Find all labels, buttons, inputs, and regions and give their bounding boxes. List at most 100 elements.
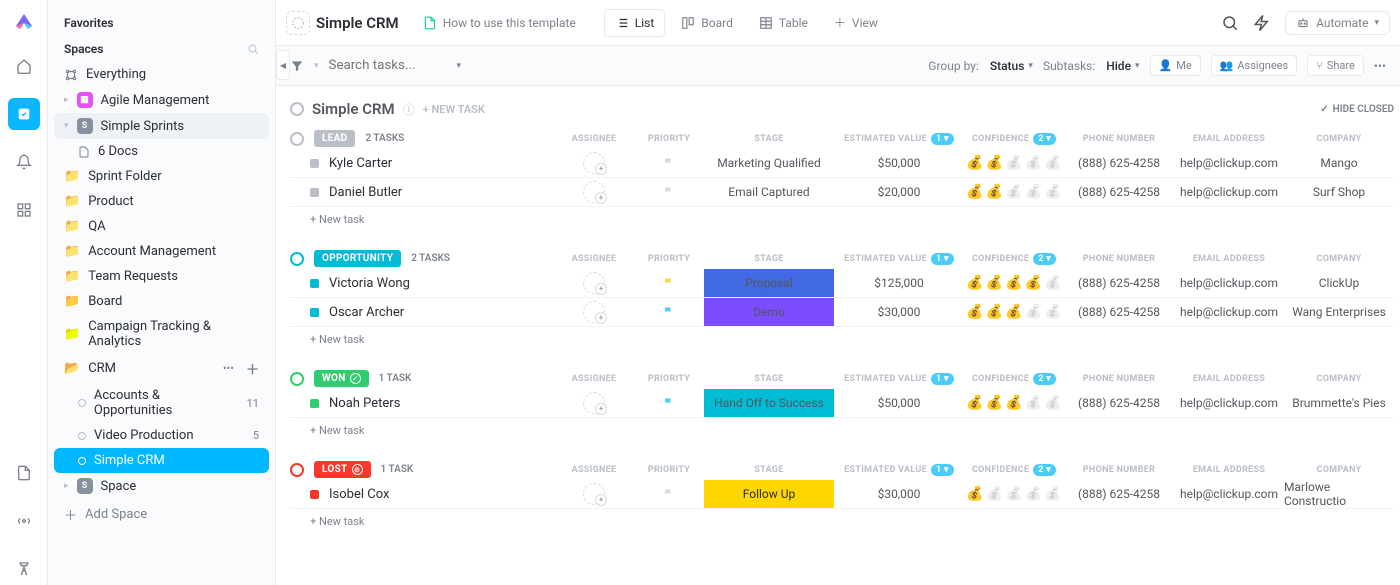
add-icon[interactable]: ＋ — [246, 359, 259, 378]
col-email[interactable]: EMAIL ADDRESS — [1174, 373, 1284, 385]
new-task-button[interactable]: + NEW TASK — [423, 103, 485, 116]
add-view-button[interactable]: ＋View — [824, 8, 888, 37]
task-name[interactable]: Noah Peters — [329, 396, 400, 411]
col-email[interactable]: EMAIL ADDRESS — [1174, 464, 1284, 476]
view-board[interactable]: Board — [671, 10, 743, 36]
list-status-icon[interactable] — [286, 11, 310, 35]
task-stage[interactable]: Email Captured — [704, 178, 834, 206]
col-stage[interactable]: STAGE — [704, 464, 834, 476]
task-phone[interactable]: (888) 625-4258 — [1064, 276, 1174, 290]
task-estval[interactable]: $50,000 — [834, 156, 964, 170]
task-phone[interactable]: (888) 625-4258 — [1064, 487, 1174, 501]
status-pill[interactable]: LOST ⊘ — [314, 461, 371, 478]
task-name[interactable]: Oscar Archer — [329, 305, 404, 320]
task-company[interactable]: Marlowe Constructio — [1284, 480, 1394, 508]
col-priority[interactable]: PRIORITY — [634, 464, 704, 476]
group-header-opportunity[interactable]: OPPORTUNITY 2 TASKS ASSIGNEE PRIORITY ST… — [290, 248, 1394, 269]
task-assignee[interactable] — [554, 272, 634, 294]
task-name[interactable]: Daniel Butler — [329, 185, 402, 200]
col-stage[interactable]: STAGE — [704, 133, 834, 145]
sidebar-item-sprints[interactable]: ▾ S Simple Sprints — [54, 113, 269, 139]
task-estval[interactable]: $125,000 — [834, 276, 964, 290]
task-assignee[interactable] — [554, 301, 634, 323]
col-email[interactable]: EMAIL ADDRESS — [1174, 133, 1284, 145]
task-name[interactable]: Kyle Carter — [329, 156, 392, 171]
col-conf[interactable]: CONFIDENCE 2 ▾ — [964, 373, 1064, 385]
task-estval[interactable]: $50,000 — [834, 396, 964, 410]
col-estval[interactable]: ESTIMATED VALUE 1 ▾ — [834, 253, 964, 265]
sidebar-item-docs[interactable]: 6 Docs — [54, 139, 269, 164]
task-confidence[interactable]: 💰💰💰💰💰 — [964, 275, 1064, 291]
hide-closed-toggle[interactable]: ✓HIDE CLOSED — [1320, 104, 1394, 115]
task-priority[interactable] — [634, 186, 704, 198]
col-assignee[interactable]: ASSIGNEE — [554, 373, 634, 385]
assignee-placeholder-icon[interactable] — [583, 272, 605, 294]
sidebar-item-space[interactable]: ▸ S Space — [54, 473, 269, 499]
task-assignee[interactable] — [554, 392, 634, 414]
task-email[interactable]: help@clickup.com — [1174, 156, 1284, 170]
group-header-lead[interactable]: LEAD 2 TASKS ASSIGNEE PRIORITY STAGE EST… — [290, 128, 1394, 149]
task-priority[interactable] — [634, 397, 704, 409]
task-confidence[interactable]: 💰💰💰💰💰 — [964, 155, 1064, 171]
template-doc-link[interactable]: How to use this template — [415, 12, 584, 34]
task-email[interactable]: help@clickup.com — [1174, 276, 1284, 290]
clickup-logo-icon[interactable] — [12, 10, 36, 34]
tasks-icon[interactable] — [8, 98, 40, 130]
assignee-placeholder-icon[interactable] — [583, 301, 605, 323]
task-assignee[interactable] — [554, 181, 634, 203]
task-company[interactable]: ClickUp — [1284, 276, 1394, 290]
col-stage[interactable]: STAGE — [704, 253, 834, 265]
col-assignee[interactable]: ASSIGNEE — [554, 253, 634, 265]
task-stage[interactable]: Marketing Qualified — [704, 149, 834, 177]
new-task-row[interactable]: + New task — [290, 418, 1394, 437]
status-pill[interactable]: OPPORTUNITY — [314, 250, 401, 267]
col-conf[interactable]: CONFIDENCE 2 ▾ — [964, 253, 1064, 265]
pulse-icon[interactable] — [8, 505, 40, 537]
list-status-icon[interactable] — [290, 102, 304, 116]
col-phone[interactable]: PHONE NUMBER — [1064, 133, 1174, 145]
info-icon[interactable]: ⓘ — [403, 101, 415, 118]
status-dot[interactable] — [310, 279, 319, 288]
col-company[interactable]: COMPANY — [1284, 253, 1394, 265]
sidebar-item-simple-crm[interactable]: Simple CRM — [54, 448, 269, 473]
task-stage[interactable]: Hand Off to Success — [704, 389, 834, 417]
home-icon[interactable] — [8, 50, 40, 82]
sidebar-item-agile[interactable]: ▸ ▦ Agile Management — [54, 87, 269, 113]
task-estval[interactable]: $20,000 — [834, 185, 964, 199]
status-pill[interactable]: WON ✓ — [314, 370, 369, 387]
task-row[interactable]: Daniel Butler Email Captured $20,000 💰💰💰… — [290, 178, 1394, 207]
col-phone[interactable]: PHONE NUMBER — [1064, 464, 1174, 476]
sidebar-item-team-requests[interactable]: 📁Team Requests — [54, 264, 269, 289]
filter-icon[interactable] — [290, 59, 304, 73]
task-phone[interactable]: (888) 625-4258 — [1064, 185, 1174, 199]
col-assignee[interactable]: ASSIGNEE — [554, 464, 634, 476]
task-email[interactable]: help@clickup.com — [1174, 487, 1284, 501]
assignees-filter[interactable]: 👥Assignees — [1211, 55, 1298, 76]
search-icon[interactable] — [1221, 14, 1239, 32]
task-name[interactable]: Victoria Wong — [329, 276, 410, 291]
apps-icon[interactable] — [8, 194, 40, 226]
col-estval[interactable]: ESTIMATED VALUE 1 ▾ — [834, 133, 964, 145]
sidebar-item-qa[interactable]: 📁QA — [54, 214, 269, 239]
search-tasks[interactable]: ▾ — [329, 58, 462, 73]
task-email[interactable]: help@clickup.com — [1174, 305, 1284, 319]
task-estval[interactable]: $30,000 — [834, 487, 964, 501]
task-row[interactable]: Noah Peters Hand Off to Success $50,000 … — [290, 389, 1394, 418]
task-phone[interactable]: (888) 625-4258 — [1064, 396, 1174, 410]
col-company[interactable]: COMPANY — [1284, 133, 1394, 145]
task-estval[interactable]: $30,000 — [834, 305, 964, 319]
task-priority[interactable] — [634, 488, 704, 500]
task-priority[interactable] — [634, 157, 704, 169]
assignee-placeholder-icon[interactable] — [583, 483, 605, 505]
task-phone[interactable]: (888) 625-4258 — [1064, 305, 1174, 319]
status-dot[interactable] — [310, 308, 319, 317]
task-stage[interactable]: Follow Up — [704, 480, 834, 508]
more-icon[interactable]: ••• — [223, 362, 234, 375]
sidebar-item-everything[interactable]: Everything — [54, 62, 269, 87]
collapse-group-icon[interactable] — [290, 463, 304, 477]
task-stage[interactable]: Proposal — [704, 269, 834, 297]
task-confidence[interactable]: 💰💰💰💰💰 — [964, 304, 1064, 320]
task-row[interactable]: Victoria Wong Proposal $125,000 💰💰💰💰💰 (8… — [290, 269, 1394, 298]
more-icon[interactable]: ••• — [1374, 59, 1386, 73]
notifications-icon[interactable] — [8, 146, 40, 178]
